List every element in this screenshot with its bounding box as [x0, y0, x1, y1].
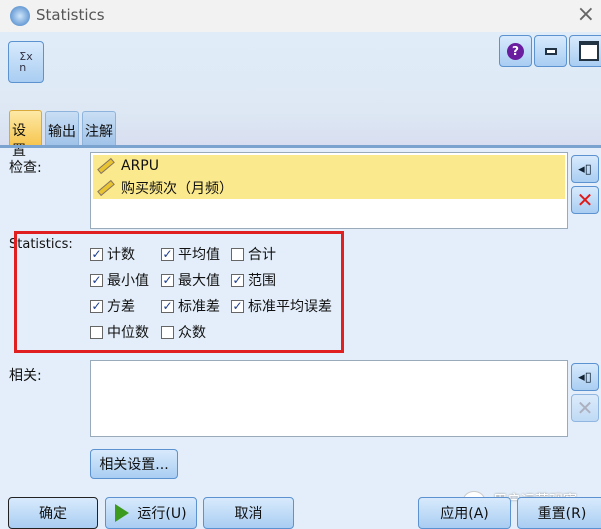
statistic-checkbox[interactable]: ✓ 最大值: [161, 270, 220, 290]
statistic-checkbox[interactable]: ✓ 计数: [90, 244, 135, 264]
statistic-checkbox[interactable]: ✓ 方差: [90, 296, 135, 316]
reset-button[interactable]: 重置(R): [517, 497, 601, 529]
checkbox-icon[interactable]: ✓: [231, 273, 244, 287]
tab-divider: [0, 145, 601, 148]
field-picker-icon: ◂▯: [578, 369, 592, 385]
statistic-checkbox[interactable]: ✓ 范围: [231, 270, 276, 290]
maximize-icon: [579, 41, 599, 61]
pick-correlate-fields-button[interactable]: ◂▯: [571, 363, 599, 391]
minimize-button[interactable]: [534, 35, 567, 67]
checkbox-icon[interactable]: ✓: [161, 247, 174, 261]
statistic-checkbox[interactable]: ✓ 标准差: [161, 296, 220, 316]
checkbox-icon[interactable]: [161, 325, 174, 339]
delete-x-icon: ✕: [576, 396, 594, 420]
checkbox-icon[interactable]: [90, 325, 103, 339]
statistic-checkbox[interactable]: ✓ 标准平均误差: [231, 296, 332, 316]
tab-settings[interactable]: 设置: [9, 110, 42, 159]
statistic-checkbox[interactable]: 中位数: [90, 322, 149, 342]
statistic-checkbox[interactable]: ✓ 平均值: [161, 244, 220, 264]
list-item[interactable]: ARPU: [93, 155, 565, 177]
statistic-checkbox[interactable]: ✓ 最小值: [90, 270, 149, 290]
list-item[interactable]: 购买频次（月频）: [93, 177, 565, 199]
help-button[interactable]: ?: [499, 35, 532, 67]
checkbox-icon[interactable]: ✓: [90, 273, 103, 287]
ruler-icon: [97, 157, 115, 175]
correlation-settings-button[interactable]: 相关设置...: [90, 449, 178, 479]
help-icon: ?: [507, 42, 524, 60]
ok-button[interactable]: 确定: [8, 497, 98, 529]
pick-fields-button[interactable]: ◂▯: [571, 155, 599, 183]
statistic-checkbox[interactable]: 众数: [161, 322, 206, 342]
checkbox-icon[interactable]: ✓: [90, 299, 103, 313]
remove-field-button[interactable]: ✕: [571, 186, 599, 214]
maximize-button[interactable]: [569, 35, 601, 67]
examine-field-list[interactable]: ARPU 购买频次（月频）: [90, 152, 568, 229]
checkbox-icon[interactable]: ✓: [90, 247, 103, 261]
close-icon[interactable]: ×: [577, 2, 595, 27]
checkbox-icon[interactable]: ✓: [231, 299, 244, 313]
statistic-checkbox[interactable]: 合计: [231, 244, 276, 264]
field-picker-icon: ◂▯: [578, 161, 592, 177]
window-title: Statistics: [36, 6, 105, 24]
minimize-icon: [544, 47, 557, 55]
checkbox-icon[interactable]: ✓: [161, 299, 174, 313]
run-button[interactable]: 运行(U): [105, 497, 197, 529]
apply-button[interactable]: 应用(A): [418, 497, 511, 529]
sigma-x-over-n-icon: Σx n: [8, 41, 44, 83]
checkbox-icon[interactable]: ✓: [161, 273, 174, 287]
examine-label: 检查:: [9, 160, 42, 176]
correlate-field-list[interactable]: [90, 360, 568, 437]
tab-output[interactable]: 输出: [45, 111, 79, 147]
ruler-icon: [97, 179, 115, 197]
cancel-button[interactable]: 取消: [203, 497, 294, 529]
app-diamond-icon: [10, 6, 30, 26]
title-bar: Statistics ×: [0, 0, 601, 32]
tab-annotation[interactable]: 注解: [82, 111, 116, 147]
correlate-label: 相关:: [9, 368, 42, 384]
checkbox-icon[interactable]: [231, 247, 244, 261]
delete-x-icon: ✕: [576, 188, 594, 212]
remove-correlate-field-button[interactable]: ✕: [571, 394, 599, 422]
play-icon: [115, 504, 130, 522]
